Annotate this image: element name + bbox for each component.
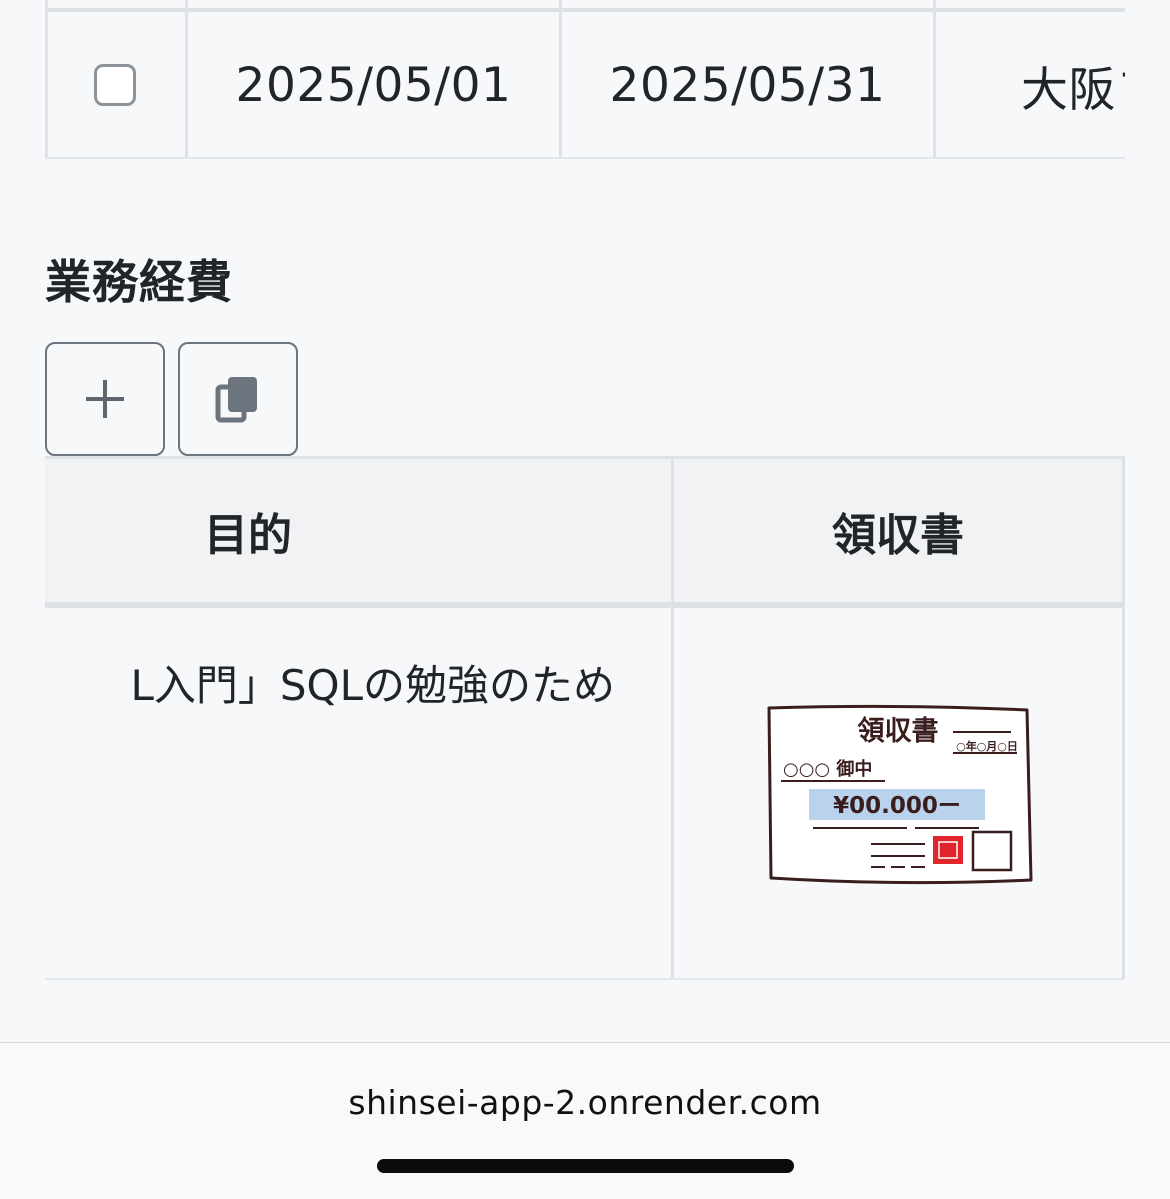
browser-bottom-bar: shinsei-app-2.onrender.com [0,1042,1170,1199]
column-header-purpose[interactable]: 目的 [45,459,451,602]
add-expense-button[interactable] [45,342,165,456]
receipt-title-text: 領収書 [858,715,939,747]
column-divider [933,0,936,157]
receipt-amount-text: ¥00.000ー [833,793,961,819]
receipt-image[interactable]: 領収書 ○年○月○日 ○○○ 御中 ¥00.000ー [765,704,1035,888]
plus-icon [86,380,124,418]
expense-table: 目的 領収書 L入門」SQLの勉強のため 領収書 ○年○月○日 ○○○ 御中 ¥… [45,456,1125,980]
table-bottom-border [45,978,1125,980]
route-start-cell: 大阪フ [1021,62,1125,118]
copy-expense-button[interactable] [178,342,298,456]
table-header-border [45,8,1125,12]
expense-purpose-cell: L入門」SQLの勉強のため [130,661,615,710]
receipt-addressee-text: ○○○ 御中 [783,758,872,780]
end-date-cell: 2025/05/31 [609,57,886,113]
row-checkbox[interactable] [94,64,136,106]
header-bottom-border [45,602,1125,608]
column-header-receipt[interactable]: 領収書 [674,459,1122,602]
table-right-border [1122,456,1125,980]
receipt-date-text: ○年○月○日 [956,739,1018,753]
start-date-cell: 2025/05/01 [235,57,512,113]
copy-icon [215,377,257,423]
home-indicator[interactable] [377,1159,794,1173]
section-title-expenses: 業務経費 [45,255,233,309]
row-select-cell [45,14,185,156]
commute-table: 2025/05/01 2025/05/31 大阪フ [45,0,1125,159]
address-bar-url[interactable]: shinsei-app-2.onrender.com [0,1083,1170,1122]
